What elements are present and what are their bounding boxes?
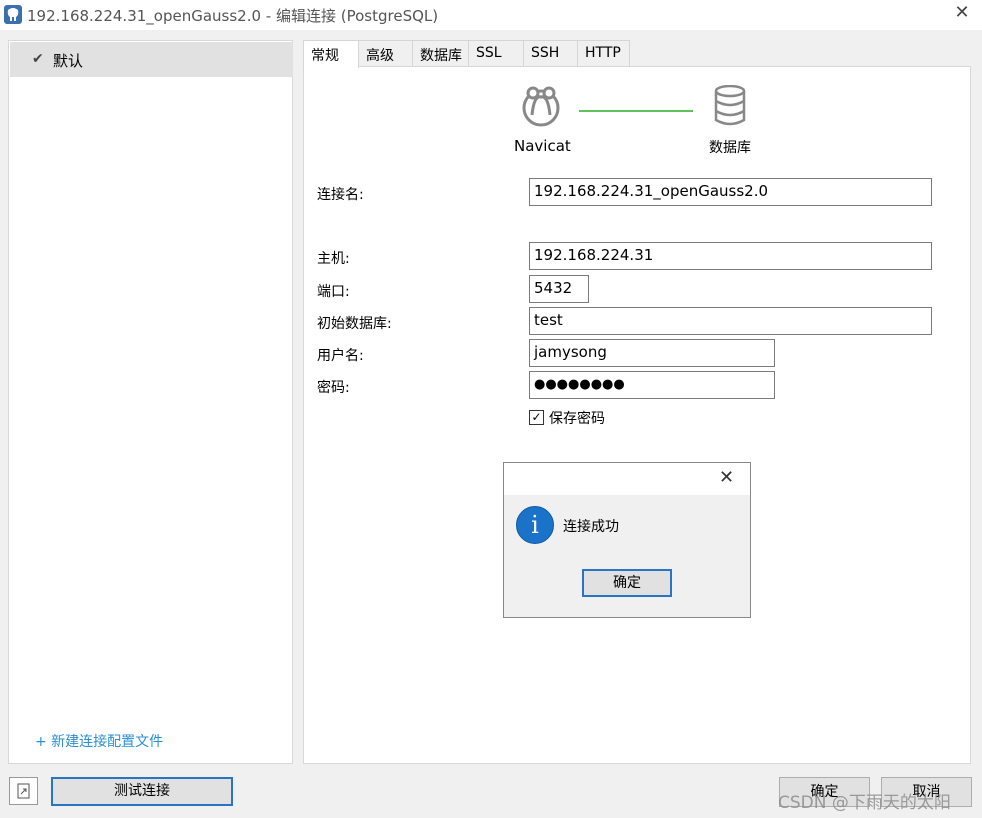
profile-item-default[interactable]: ✔ 默认 (10, 42, 293, 77)
tab-ssh[interactable]: SSH (523, 40, 578, 67)
username-label: 用户名: (317, 348, 364, 364)
title-bar: 192.168.224.31_openGauss2.0 - 编辑连接 (Post… (0, 0, 982, 30)
connection-name-label: 连接名: (317, 187, 364, 203)
dialog-ok-button[interactable]: 确定 (582, 569, 672, 597)
navicat-logo-icon (522, 86, 560, 127)
connection-name-input[interactable]: 192.168.224.31_openGauss2.0 (529, 178, 932, 206)
port-label: 端口: (317, 284, 350, 300)
tab-advanced[interactable]: 高级 (358, 40, 413, 67)
new-connection-profile-link[interactable]: + 新建连接配置文件 (35, 731, 163, 751)
info-icon: i (516, 506, 554, 544)
database-icon (714, 85, 746, 126)
profile-label: 默认 (53, 52, 84, 70)
host-input[interactable]: 192.168.224.31 (529, 242, 932, 270)
save-password-checkbox[interactable]: ✓ (529, 410, 544, 425)
dialog-message: 连接成功 (563, 519, 619, 535)
postgresql-elephant-icon (4, 5, 22, 24)
tab-general[interactable]: 常规 (303, 40, 359, 68)
tab-http[interactable]: HTTP (577, 40, 630, 67)
port-input[interactable]: 5432 (529, 275, 589, 303)
host-label: 主机: (317, 251, 350, 267)
test-connection-button[interactable]: 测试连接 (51, 777, 233, 806)
initial-database-label: 初始数据库: (317, 316, 392, 332)
tab-database[interactable]: 数据库 (412, 40, 469, 67)
checkmark-icon: ✔ (32, 51, 44, 67)
connection-success-dialog: ✕ i 连接成功 确定 (503, 462, 751, 618)
initial-database-input[interactable]: test (529, 307, 932, 335)
connection-line (579, 110, 693, 112)
password-label: 密码: (317, 380, 350, 396)
database-label: 数据库 (709, 140, 751, 156)
navicat-label: Navicat (514, 137, 571, 155)
username-input[interactable]: jamysong (529, 339, 775, 367)
tab-ssl[interactable]: SSL (468, 40, 524, 67)
window-close-icon[interactable]: ✕ (952, 3, 972, 23)
dialog-close-icon[interactable]: ✕ (719, 467, 734, 488)
password-input[interactable]: ●●●●●●●● (529, 371, 775, 399)
save-password-label: 保存密码 (549, 411, 605, 427)
document-link-icon (17, 783, 30, 799)
window-title: 192.168.224.31_openGauss2.0 - 编辑连接 (Post… (27, 7, 439, 25)
watermark: CSDN @下雨天的太阳 (778, 793, 951, 813)
dialog-title-bar: ✕ (504, 463, 750, 495)
profile-settings-button[interactable] (9, 777, 38, 805)
general-settings-panel (303, 66, 971, 764)
profile-list-panel: ✔ 默认 + 新建连接配置文件 (8, 40, 293, 764)
